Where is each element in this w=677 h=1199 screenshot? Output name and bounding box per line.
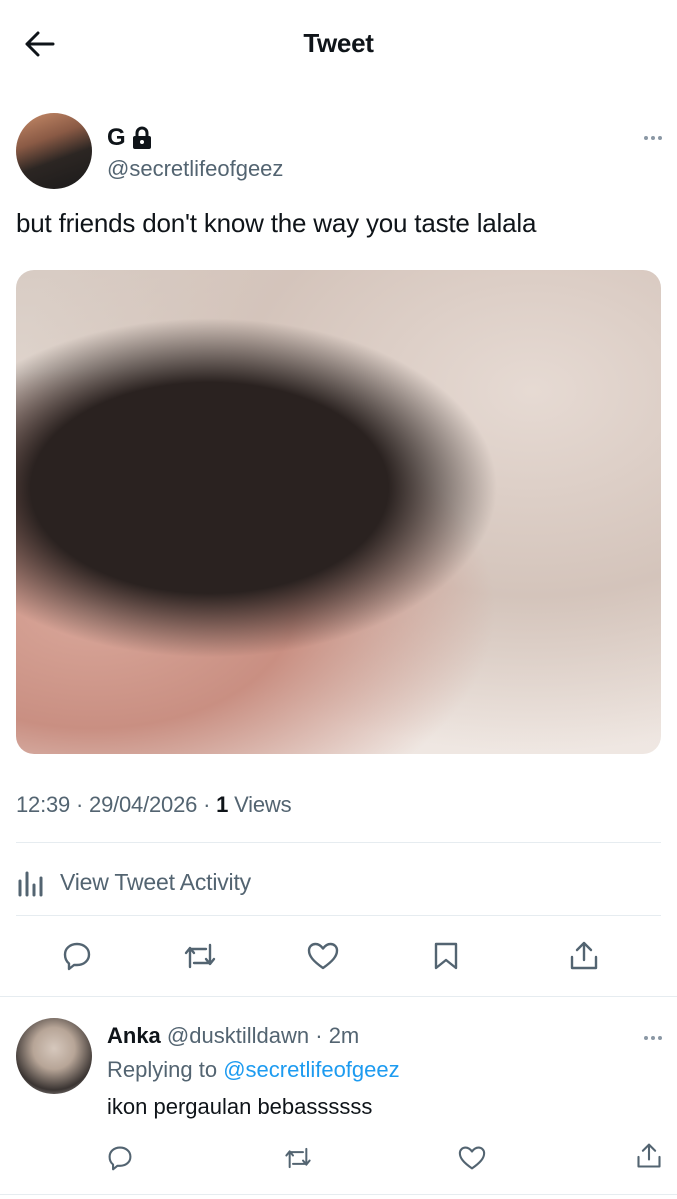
meta-separator: · (203, 792, 217, 817)
author-handle[interactable]: @secretlifeofgeez (107, 156, 283, 182)
replying-to-prefix: Replying to (107, 1057, 218, 1082)
views-label: Views (234, 792, 292, 817)
reply-reply-button[interactable] (100, 1138, 140, 1178)
reply-share-button[interactable] (629, 1136, 669, 1176)
reply-like-button[interactable] (452, 1138, 492, 1178)
reply-more-options-icon[interactable] (638, 1028, 668, 1048)
lock-icon (132, 126, 152, 150)
view-tweet-activity-button[interactable]: View Tweet Activity (16, 862, 251, 902)
analytics-icon (16, 867, 48, 897)
retweet-icon (283, 1145, 313, 1171)
retweet-icon (182, 941, 218, 971)
meta-separator: · (315, 1023, 323, 1048)
replying-to-link[interactable]: @secretlifeofgeez (223, 1057, 399, 1082)
tweet-more-options-icon[interactable] (638, 128, 668, 148)
divider (0, 1194, 677, 1195)
tweet-time: 12:39 (16, 792, 71, 817)
retweet-button[interactable] (180, 936, 220, 976)
reply-icon (107, 1145, 133, 1171)
reply-text: ikon pergaulan bebassssss (107, 1094, 373, 1119)
reply-time: 2m (328, 1023, 360, 1048)
views-count: 1 (216, 792, 229, 817)
reply-author-avatar[interactable] (16, 1018, 92, 1094)
share-button[interactable] (564, 936, 604, 976)
view-tweet-activity-label: View Tweet Activity (60, 868, 251, 895)
reply-author-handle[interactable]: @dusktilldawn (167, 1023, 309, 1048)
divider (0, 996, 677, 997)
reply-author-line: Anka @dusktilldawn · 2m (107, 1023, 359, 1049)
author-display-name: G (107, 124, 126, 151)
reply-author-name[interactable]: Anka (107, 1023, 161, 1048)
reply-retweet-button[interactable] (278, 1138, 318, 1178)
share-icon (635, 1142, 663, 1170)
replying-to-line: Replying to @secretlifeofgeez (107, 1057, 400, 1083)
heart-icon (307, 941, 339, 971)
meta-separator: · (75, 792, 90, 817)
heart-icon (458, 1145, 486, 1171)
author-avatar[interactable] (16, 113, 92, 189)
reply-icon (62, 941, 92, 971)
reply-button[interactable] (57, 936, 97, 976)
tweet-photo[interactable] (16, 270, 661, 754)
tweet-metadata: 12:39 · 29/04/2026 · 1 Views (16, 792, 292, 818)
divider (16, 915, 661, 916)
tweet-date: 29/04/2026 (89, 792, 198, 817)
like-button[interactable] (303, 936, 343, 976)
bookmark-button[interactable] (426, 936, 466, 976)
header-bar: Tweet (0, 0, 677, 86)
bookmark-icon (433, 941, 459, 971)
author-name[interactable]: G (107, 124, 152, 152)
tweet-text: but friends don't know the way you taste… (16, 208, 537, 238)
share-icon (568, 940, 600, 972)
divider (16, 842, 661, 843)
page-title: Tweet (303, 28, 374, 58)
